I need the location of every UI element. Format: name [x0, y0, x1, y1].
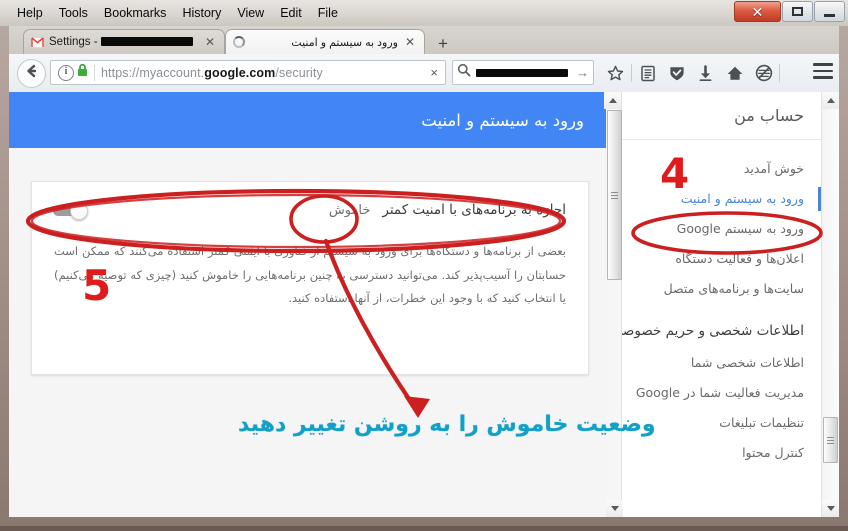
shield-icon[interactable]	[662, 60, 691, 86]
inner-scroll-down-button[interactable]	[606, 500, 623, 517]
card-title: اجازه به برنامه‌های با امنیت کمتر	[382, 202, 566, 218]
site-info-icon[interactable]: i	[58, 64, 74, 81]
minimize-button[interactable]	[814, 1, 845, 22]
card-header-row: اجازه به برنامه‌های با امنیت کمتر خاموش	[32, 182, 588, 238]
page-body: اجازه به برنامه‌های با امنیت کمتر خاموش …	[9, 148, 606, 517]
url-divider	[94, 64, 95, 81]
page-scroll-thumb[interactable]	[823, 417, 838, 463]
sidebar-nav-list: خوش آمدید ورود به سیستم و امنیت ورود به …	[606, 140, 822, 468]
page-title: ورود به سیستم و امنیت	[421, 110, 584, 130]
back-button[interactable]	[17, 59, 46, 88]
sidebar-item-ads-settings[interactable]: تنظیمات تبلیغات	[606, 408, 822, 438]
close-icon: ✕	[751, 3, 764, 20]
hamburger-menu-icon[interactable]	[813, 63, 833, 79]
google-my-account-page: حساب من خوش آمدید ورود به سیستم و امنیت …	[9, 92, 822, 517]
tab-settings-close-icon[interactable]: ✕	[203, 35, 217, 49]
maximize-button[interactable]	[782, 1, 813, 22]
sidebar-item-personal-info[interactable]: اطلاعات شخصی شما	[606, 348, 822, 378]
toggle-knob	[70, 201, 88, 220]
menu-bar: File Edit View History Bookmarks Tools H…	[10, 2, 345, 24]
scroll-grip-icon	[827, 436, 834, 444]
maximize-icon	[792, 7, 803, 16]
pocket-icon[interactable]	[749, 60, 778, 86]
menu-history[interactable]: History	[175, 3, 228, 23]
chevron-up-icon	[826, 98, 835, 103]
sidebar-title: حساب من	[734, 106, 804, 125]
page-scroll-up-button[interactable]	[822, 92, 839, 109]
lock-icon	[77, 63, 88, 82]
sidebar-item-google-signin[interactable]: ورود به سیستم Google	[606, 214, 822, 244]
redacted-search-term	[476, 68, 568, 77]
page-header: ورود به سیستم و امنیت	[9, 92, 606, 148]
sidebar-item-signin-security[interactable]: ورود به سیستم و امنیت	[606, 184, 822, 214]
home-icon[interactable]	[720, 60, 749, 86]
search-bar[interactable]: →	[452, 60, 594, 85]
minimize-icon	[824, 13, 835, 17]
url-clear-icon[interactable]: ×	[427, 65, 441, 80]
inner-scrollbar[interactable]	[604, 92, 623, 517]
reader-mode-icon[interactable]	[633, 60, 662, 86]
sidebar-item-content-control[interactable]: کنترل محتوا	[606, 438, 822, 468]
menu-file[interactable]: File	[311, 3, 345, 23]
sidebar-section-personal-privacy: اطلاعات شخصی و حریم خصوصی	[611, 323, 804, 339]
page-scrollbar[interactable]	[821, 92, 839, 517]
chevron-down-icon	[826, 506, 835, 511]
new-tab-button[interactable]: +	[433, 33, 453, 53]
loading-spinner-icon	[233, 36, 245, 48]
toolbar-divider-2	[779, 64, 780, 82]
url-bar[interactable]: i https://myaccount.google.com/security …	[50, 60, 446, 85]
chevron-up-icon	[608, 98, 617, 103]
window-frame: File Edit View History Bookmarks Tools H…	[0, 0, 848, 526]
inner-scroll-thumb[interactable]	[607, 110, 622, 280]
tab-security[interactable]: ورود به سیستم و امنیت ✕	[225, 29, 425, 54]
url-text: https://myaccount.google.com/security	[101, 65, 323, 80]
menu-bookmarks[interactable]: Bookmarks	[97, 3, 174, 23]
sidebar-item-welcome[interactable]: خوش آمدید	[606, 154, 822, 184]
toolbar-divider	[631, 64, 632, 82]
menu-edit[interactable]: Edit	[273, 3, 309, 23]
tab-settings[interactable]: Settings - ✕	[23, 29, 225, 54]
navigation-toolbar: i https://myaccount.google.com/security …	[9, 54, 839, 93]
menu-help[interactable]: Help	[10, 3, 50, 23]
back-arrow-icon	[24, 63, 40, 84]
menu-view[interactable]: View	[230, 3, 271, 23]
search-submit-icon[interactable]: →	[574, 65, 589, 80]
close-button[interactable]: ✕	[734, 1, 781, 22]
gmail-icon	[31, 36, 44, 48]
card-description: بعضی از برنامه‌ها و دستگاه‌ها برای ورود …	[54, 244, 566, 306]
window-controls: ✕	[733, 1, 845, 22]
status-badge: خاموش	[328, 202, 371, 218]
chevron-down-icon	[610, 506, 619, 511]
browser-window: File Edit View History Bookmarks Tools H…	[0, 0, 848, 526]
less-secure-apps-toggle[interactable]	[50, 201, 92, 220]
page-scroll-down-button[interactable]	[822, 500, 839, 517]
download-icon[interactable]	[691, 60, 720, 86]
toolbar-icons	[601, 60, 781, 86]
tab-settings-label: Settings -	[49, 36, 198, 48]
page-viewport: حساب من خوش آمدید ورود به سیستم و امنیت …	[9, 92, 839, 517]
sidebar-header: حساب من	[606, 92, 822, 140]
titlebar: File Edit View History Bookmarks Tools H…	[0, 0, 848, 26]
account-sidebar: حساب من خوش آمدید ورود به سیستم و امنیت …	[605, 92, 822, 517]
sidebar-item-activity-controls[interactable]: مدیریت فعالیت شما در Google	[606, 378, 822, 408]
inner-scroll-up-button[interactable]	[604, 92, 621, 109]
sidebar-item-connected-apps[interactable]: سایت‌ها و برنامه‌های متصل	[606, 274, 822, 304]
tab-strip: Settings - ✕ ورود به سیستم و امنیت ✕ +	[9, 26, 839, 54]
star-icon[interactable]	[601, 60, 630, 86]
tab-security-close-icon[interactable]: ✕	[403, 35, 417, 49]
search-icon	[457, 63, 471, 82]
menu-tools[interactable]: Tools	[52, 3, 95, 23]
scroll-grip-icon	[611, 191, 618, 199]
tab-security-label: ورود به سیستم و امنیت	[291, 36, 398, 49]
redacted-account-name	[100, 37, 193, 47]
account-main-column: ورود به سیستم و امنیت اجازه به برنامه‌ها…	[9, 92, 606, 517]
less-secure-apps-card: اجازه به برنامه‌های با امنیت کمتر خاموش …	[31, 181, 589, 375]
sidebar-item-device-activity[interactable]: اعلان‌ها و فعالیت دستگاه	[606, 244, 822, 274]
